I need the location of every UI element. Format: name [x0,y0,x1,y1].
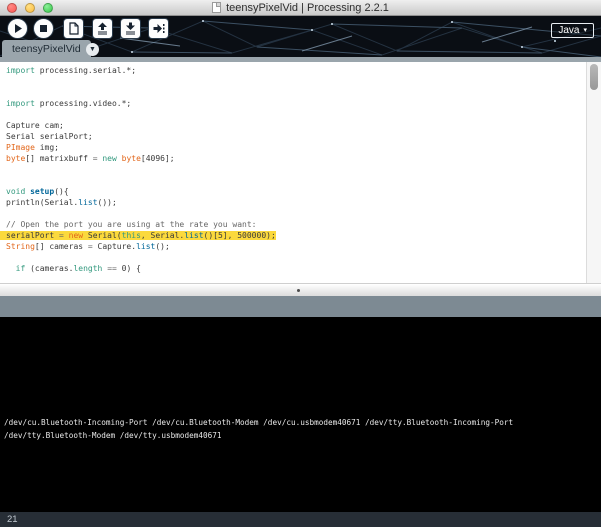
code-line [6,208,584,219]
console-lines: /dev/cu.Bluetooth-Incoming-Port /dev/cu.… [4,417,513,442]
code-line: // Open the port you are using at the ra… [6,219,584,230]
console-line: /dev/tty.Bluetooth-Modem /dev/tty.usbmod… [4,430,513,443]
code-line: void setup(){ [6,186,584,197]
message-area [0,296,601,317]
code-line: import processing.serial.*; [6,65,584,76]
status-bar: 21 [0,511,601,527]
chevron-down-icon: ▼ [89,46,96,53]
tab-teensypixelvid[interactable]: teensyPixelVid [2,40,91,57]
zoom-button[interactable] [43,3,53,13]
code-line: serialPort = new Serial(this, Serial.lis… [6,230,584,241]
code-line [6,109,584,120]
code-lines: import processing.serial.*; import proces… [0,65,584,274]
code-line: Serial serialPort; [6,131,584,142]
save-button[interactable] [120,18,141,39]
arrow-up-icon [95,21,110,36]
code-editor[interactable]: import processing.serial.*; import proces… [0,62,601,283]
window-title: teensyPixelVid | Processing 2.2.1 [226,2,389,14]
code-line [6,175,584,186]
minimize-button[interactable] [25,3,35,13]
code-line: PImage img; [6,142,584,153]
editor-console-divider[interactable] [0,283,601,296]
stop-icon [37,22,50,35]
editor-scrollbar[interactable] [586,62,601,283]
code-line: import processing.video.*; [6,98,584,109]
code-line: String[] cameras = Capture.list(); [6,241,584,252]
code-line: if (cameras.length == 0) { [6,263,584,274]
current-line-number: 21 [7,514,18,525]
play-icon [11,22,24,35]
code-line [6,164,584,175]
console-line: /dev/cu.Bluetooth-Incoming-Port /dev/cu.… [4,417,513,430]
arrow-right-icon [151,21,166,36]
title-group: teensyPixelVid | Processing 2.2.1 [212,2,389,14]
export-button[interactable] [148,18,169,39]
arrow-down-icon [123,21,138,36]
tab-label: teensyPixelVid [12,43,81,55]
close-button[interactable] [7,3,17,13]
scrollbar-thumb[interactable] [590,64,598,90]
stop-button[interactable] [33,18,54,39]
document-proxy-icon [212,2,221,13]
window-controls [7,3,53,13]
code-line [6,252,584,263]
mode-selector[interactable]: Java ▾ [551,23,594,38]
code-line [6,76,584,87]
open-button[interactable] [92,18,113,39]
console-output[interactable]: /dev/cu.Bluetooth-Incoming-Port /dev/cu.… [0,317,601,511]
titlebar[interactable]: teensyPixelVid | Processing 2.2.1 [0,0,601,16]
code-line: Capture cam; [6,120,584,131]
mode-label: Java [558,25,579,36]
toolbar: Java ▾ teensyPixelVid ▼ [0,16,601,57]
tab-menu-button[interactable]: ▼ [86,43,99,56]
new-document-icon [66,21,81,36]
divider-handle-dot [297,289,300,292]
code-line: println(Serial.list()); [6,197,584,208]
code-line: byte[] matrixbuff = new byte[4096]; [6,153,584,164]
processing-ide-window: teensyPixelVid | Processing 2.2.1 [0,0,601,527]
chevron-down-icon: ▾ [583,27,587,34]
code-line [6,87,584,98]
new-sketch-button[interactable] [63,18,84,39]
run-button[interactable] [7,18,28,39]
